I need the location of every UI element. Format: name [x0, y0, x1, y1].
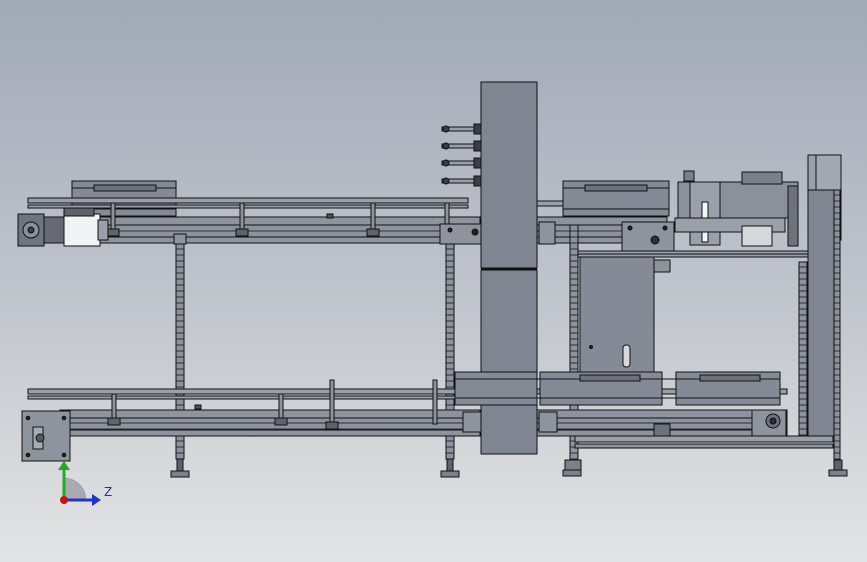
coordinate-triad — [58, 461, 101, 506]
conveyor-assembly-drawing[interactable] — [0, 0, 867, 562]
pusher-mechanism — [674, 170, 799, 247]
origin-dot — [60, 496, 68, 504]
upper-legs — [170, 223, 485, 478]
lower-conveyor — [27, 371, 834, 449]
lower-motor-plate — [21, 410, 71, 462]
cad-viewport[interactable]: Z — [0, 0, 867, 562]
z-axis-label: Z — [104, 485, 113, 499]
upper-motor — [17, 207, 109, 247]
